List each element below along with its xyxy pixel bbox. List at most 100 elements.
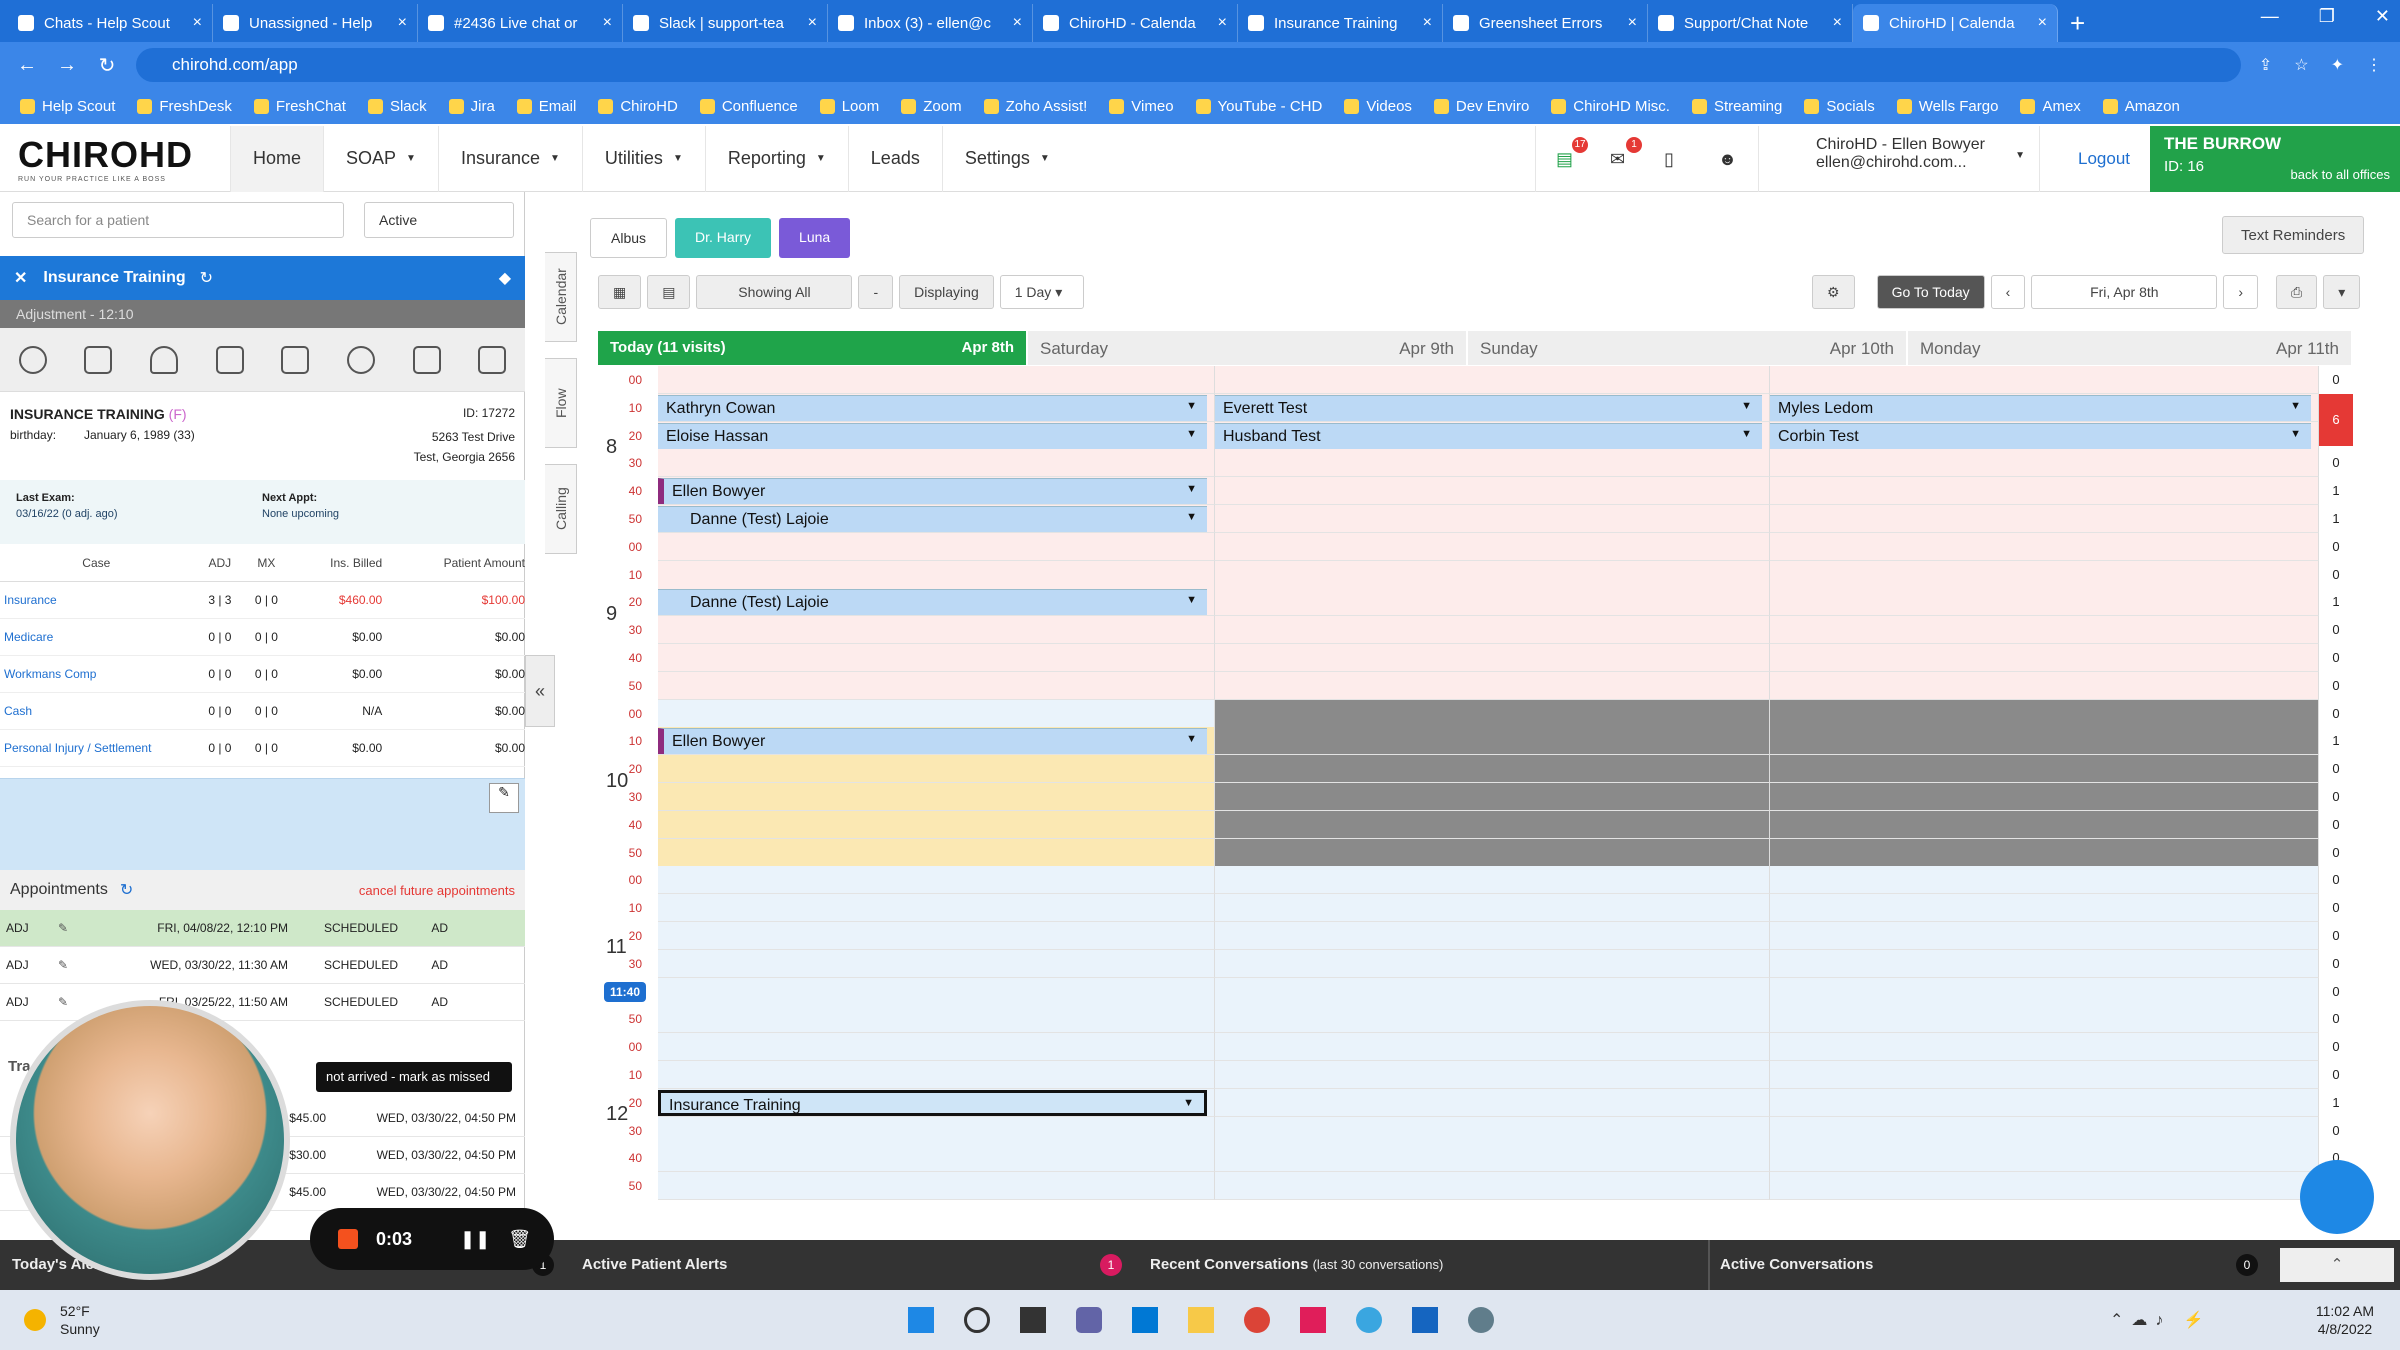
- time-slot[interactable]: [1215, 532, 1770, 561]
- time-slot[interactable]: [1770, 949, 2319, 978]
- time-slot[interactable]: [658, 783, 1215, 811]
- time-slot[interactable]: [1770, 1061, 2319, 1089]
- time-slot[interactable]: [1770, 727, 2319, 756]
- time-slot[interactable]: [1770, 449, 2319, 478]
- browser-tab[interactable]: ChiroHD | Calenda ×: [1853, 4, 2058, 42]
- time-slot[interactable]: [1215, 866, 1770, 895]
- tab-close-icon[interactable]: ×: [1218, 14, 1227, 32]
- slack-icon[interactable]: [1300, 1307, 1326, 1333]
- day-header[interactable]: Today (11 visits) Apr 8th: [598, 331, 1028, 365]
- time-slot[interactable]: [1215, 477, 1770, 506]
- bookmark-item[interactable]: Streaming: [1691, 98, 1782, 115]
- provider-tab-dr-harry[interactable]: Dr. Harry: [675, 218, 772, 258]
- case-cell-case[interactable]: Medicare: [0, 630, 193, 644]
- chevron-down-icon[interactable]: ▼: [1741, 428, 1752, 440]
- time-slot[interactable]: [1770, 894, 2319, 923]
- browser-tab[interactable]: Slack | support-tea ×: [623, 4, 828, 42]
- appointment-block[interactable]: Corbin Test ▼: [1770, 422, 2311, 449]
- logout-link[interactable]: Logout: [2060, 126, 2148, 192]
- office-selector[interactable]: THE BURROW ID: 16 back to all offices: [2150, 126, 2400, 192]
- appointment-block[interactable]: Insurance Training ▼: [658, 1089, 1207, 1116]
- range-select[interactable]: 1 Day ▾: [999, 275, 1084, 309]
- edit-icon[interactable]: ✎: [489, 783, 519, 813]
- bookmark-item[interactable]: FreshDesk: [137, 98, 232, 115]
- share-icon[interactable]: ⇪: [2259, 55, 2272, 75]
- appointment-block[interactable]: Eloise Hassan ▼: [658, 422, 1207, 449]
- time-slot[interactable]: [1770, 532, 2319, 561]
- time-slot[interactable]: [658, 449, 1215, 478]
- current-date-field[interactable]: Fri, Apr 8th: [2031, 275, 2218, 309]
- case-cell-case[interactable]: Cash: [0, 704, 193, 718]
- extensions-icon[interactable]: ✦: [2331, 55, 2344, 75]
- clipboard-icon[interactable]: ▯: [1664, 149, 1684, 169]
- bookmark-item[interactable]: Dev Enviro: [1433, 98, 1529, 115]
- refresh-icon[interactable]: ↻: [120, 880, 133, 900]
- chevron-down-icon[interactable]: ▾: [2323, 275, 2361, 309]
- time-slot[interactable]: [1770, 783, 2319, 811]
- time-slot[interactable]: [1215, 699, 1770, 728]
- bookmark-item[interactable]: Loom: [819, 98, 879, 115]
- chirohd-logo[interactable]: CHIROHD RUN YOUR PRACTICE LIKE A BOSS: [0, 134, 230, 183]
- bookmark-item[interactable]: Jira: [448, 98, 495, 115]
- bookmark-item[interactable]: Zoom: [901, 98, 962, 115]
- browser-tab[interactable]: Greensheet Errors ×: [1443, 4, 1648, 42]
- case-row[interactable]: Insurance 3 | 3 0 | 0 $460.00 $100.00: [0, 582, 525, 619]
- time-slot[interactable]: [658, 866, 1215, 895]
- url-field[interactable]: chirohd.com/app: [136, 48, 2241, 82]
- nav-insurance[interactable]: Insurance ▼: [437, 125, 582, 192]
- day-header[interactable]: Saturday Apr 9th: [1028, 331, 1468, 365]
- notes-area[interactable]: ✎: [0, 778, 525, 870]
- appointment-block[interactable]: Danne (Test) Lajoie ▼: [658, 589, 1207, 616]
- time-slot[interactable]: [658, 838, 1215, 867]
- bookmark-item[interactable]: Email: [516, 98, 576, 115]
- case-row[interactable]: Personal Injury / Settlement 0 | 0 0 | 0 $0…: [0, 730, 525, 767]
- grid-view-icon[interactable]: ▦: [598, 275, 642, 309]
- refresh-icon[interactable]: ↻: [200, 268, 213, 288]
- time-slot[interactable]: [658, 699, 1215, 728]
- bookmark-item[interactable]: Socials: [1804, 98, 1875, 115]
- case-cell-case[interactable]: Personal Injury / Settlement: [0, 741, 193, 755]
- messages-icon[interactable]: ▤ 17: [1556, 137, 1588, 169]
- appointment-block[interactable]: Kathryn Cowan ▼: [658, 394, 1207, 421]
- go-to-today-button[interactable]: Go To Today: [1876, 275, 1985, 309]
- time-slot[interactable]: [1770, 671, 2319, 700]
- appointment-block[interactable]: Husband Test ▼: [1215, 422, 1762, 449]
- history-icon[interactable]: [346, 345, 375, 374]
- time-slot[interactable]: [1770, 644, 2319, 672]
- time-slot[interactable]: [1770, 922, 2319, 950]
- task-view-icon[interactable]: [1020, 1307, 1046, 1333]
- time-slot[interactable]: [1215, 1005, 1770, 1034]
- time-slot[interactable]: [658, 1116, 1215, 1145]
- appointment-block[interactable]: Danne (Test) Lajoie ▼: [658, 506, 1207, 532]
- time-slot[interactable]: [1215, 727, 1770, 756]
- case-row[interactable]: Workmans Comp 0 | 0 0 | 0 $0.00 $0.00: [0, 656, 525, 693]
- trash-icon[interactable]: 🗑: [508, 1229, 531, 1250]
- time-slot[interactable]: [1770, 1005, 2319, 1034]
- appointment-block[interactable]: Everett Test ▼: [1215, 394, 1762, 421]
- time-slot[interactable]: [1770, 866, 2319, 895]
- appointment-row[interactable]: ADJ ✎ FRI, 04/08/22, 12:10 PM SCHEDULED AD: [0, 910, 525, 947]
- start-icon[interactable]: [908, 1307, 934, 1333]
- recent-conversations-label[interactable]: Recent Conversations (last 30 conversati…: [1150, 1256, 1443, 1273]
- case-cell-case[interactable]: Workmans Comp: [0, 667, 193, 681]
- case-row[interactable]: Medicare 0 | 0 0 | 0 $0.00 $0.00: [0, 619, 525, 656]
- case-row[interactable]: Cash 0 | 0 0 | 0 N/A $0.00: [0, 693, 525, 730]
- star-icon[interactable]: ☆: [2294, 55, 2308, 75]
- bookmark-item[interactable]: Zoho Assist!: [983, 98, 1087, 115]
- chevron-down-icon[interactable]: ▼: [2290, 428, 2301, 440]
- time-slot[interactable]: [1215, 894, 1770, 923]
- time-slot[interactable]: [1215, 1116, 1770, 1145]
- tab-close-icon[interactable]: ×: [1013, 14, 1022, 32]
- time-slot[interactable]: [658, 810, 1215, 839]
- browser-tab[interactable]: ChiroHD - Calenda ×: [1033, 4, 1238, 42]
- edit-icon[interactable]: ✎: [58, 921, 88, 935]
- reload-icon[interactable]: ↻: [94, 53, 120, 78]
- week-view-icon[interactable]: ▤: [647, 275, 691, 309]
- time-slot[interactable]: [658, 532, 1215, 561]
- side-tab[interactable]: Flow: [545, 358, 577, 448]
- chevron-down-icon[interactable]: ▼: [2290, 400, 2301, 412]
- profile-icon[interactable]: [18, 345, 47, 374]
- bookmark-item[interactable]: Amex: [2020, 98, 2081, 115]
- time-slot[interactable]: [1770, 838, 2319, 867]
- time-slot[interactable]: [1215, 1033, 1770, 1062]
